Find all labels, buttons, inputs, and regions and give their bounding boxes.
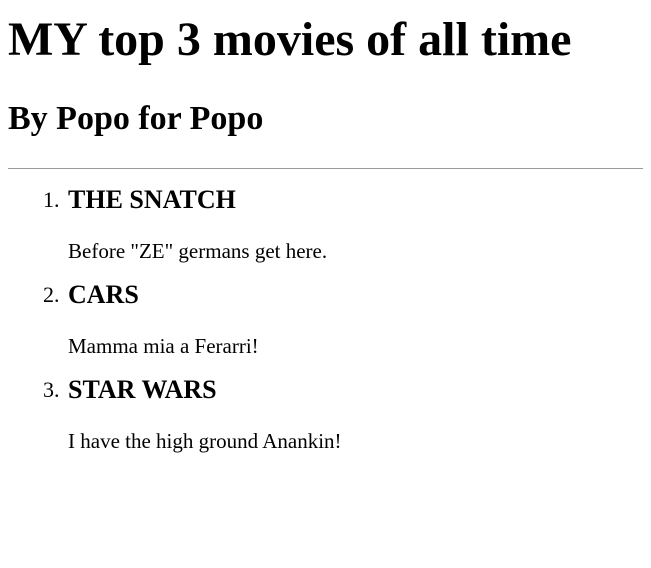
movie-heading: 3. STAR WARS (43, 375, 643, 405)
movie-list: 1. THE SNATCH Before "ZE" germans get he… (8, 185, 643, 454)
list-number: 1. (43, 187, 60, 212)
movie-heading: 2. CARS (43, 280, 643, 310)
movie-description: Mamma mia a Ferarri! (68, 334, 259, 358)
movie-title: STAR WARS (68, 375, 217, 404)
movie-item: 1. THE SNATCH Before "ZE" germans get he… (43, 185, 643, 264)
movie-title: THE SNATCH (68, 185, 236, 214)
page-title: MY top 3 movies of all time (8, 13, 572, 66)
page-content: MY top 3 movies of all time By Popo for … (0, 12, 651, 454)
list-number: 3. (43, 377, 60, 402)
movie-description: I have the high ground Anankin! (68, 429, 342, 453)
movie-heading: 1. THE SNATCH (43, 185, 643, 215)
movie-title: CARS (68, 280, 139, 309)
movie-item: 2. CARS Mamma mia a Ferarri! (43, 280, 643, 359)
movie-description: Before "ZE" germans get here. (68, 239, 328, 263)
page-subtitle: By Popo for Popo (8, 100, 264, 137)
list-number: 2. (43, 282, 60, 307)
movie-item: 3. STAR WARS I have the high ground Anan… (43, 375, 643, 454)
divider (8, 168, 643, 169)
